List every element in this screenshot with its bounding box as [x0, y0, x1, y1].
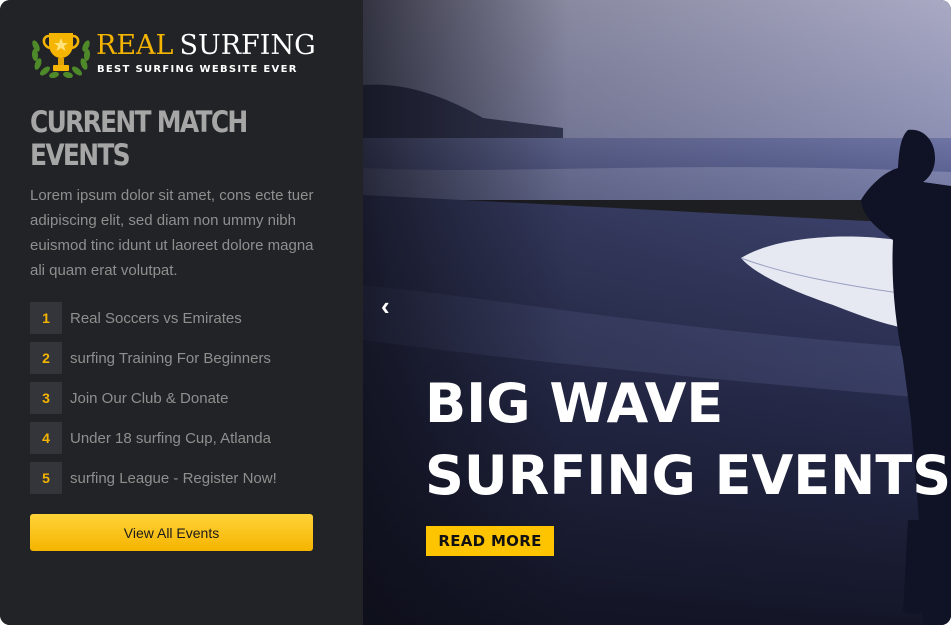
- event-number: 4: [30, 422, 62, 454]
- events-list: 1 Real Soccers vs Emirates 2 surfing Tra…: [30, 302, 277, 502]
- event-number: 5: [30, 462, 62, 494]
- event-label: Under 18 surfing Cup, Atlanda: [70, 429, 271, 447]
- event-item-3[interactable]: 3 Join Our Club & Donate: [30, 382, 277, 414]
- brand-name: REAL SURFING: [96, 31, 316, 61]
- event-number: 2: [30, 342, 62, 374]
- events-description: Lorem ipsum dolor sit amet, cons ecte tu…: [30, 187, 314, 279]
- brand-name-part1: REAL: [96, 30, 174, 61]
- hero-title-line2: SURFING EVENTS: [425, 444, 951, 507]
- sidebar: REAL SURFING BEST SURFING WEBSITE EVER CU…: [0, 0, 363, 625]
- slider-prev-arrow[interactable]: ‹: [381, 292, 401, 320]
- hero-title-line1: BIG WAVE: [425, 372, 724, 435]
- event-item-4[interactable]: 4 Under 18 surfing Cup, Atlanda: [30, 422, 277, 454]
- events-heading-line2: EVENTS: [30, 138, 131, 172]
- view-all-events-button[interactable]: View All Events: [30, 514, 313, 551]
- page: REAL SURFING BEST SURFING WEBSITE EVER CU…: [0, 0, 951, 625]
- brand-name-part2: SURFING: [179, 30, 316, 61]
- brand-logo[interactable]: REAL SURFING BEST SURFING WEBSITE EVER: [30, 30, 330, 80]
- event-item-5[interactable]: 5 surfing League - Register Now!: [30, 462, 277, 494]
- trophy-laurel-icon: [31, 33, 91, 78]
- event-label: Real Soccers vs Emirates: [70, 309, 242, 327]
- hero-slider: ‹ BIG WAVE SURFING EVENTS READ MORE: [363, 0, 951, 625]
- event-label: surfing League - Register Now!: [70, 469, 277, 487]
- hero-title: BIG WAVE SURFING EVENTS: [425, 368, 951, 512]
- read-more-button[interactable]: READ MORE: [426, 526, 554, 556]
- event-item-2[interactable]: 2 surfing Training For Beginners: [30, 342, 277, 374]
- events-heading-line1: CURRENT MATCH: [30, 105, 248, 139]
- events-heading: CURRENT MATCH EVENTS: [30, 106, 254, 172]
- event-number: 1: [30, 302, 62, 334]
- event-number: 3: [30, 382, 62, 414]
- brand-tagline: BEST SURFING WEBSITE EVER: [97, 64, 298, 75]
- event-label: Join Our Club & Donate: [70, 389, 229, 407]
- event-item-1[interactable]: 1 Real Soccers vs Emirates: [30, 302, 277, 334]
- event-label: surfing Training For Beginners: [70, 349, 271, 367]
